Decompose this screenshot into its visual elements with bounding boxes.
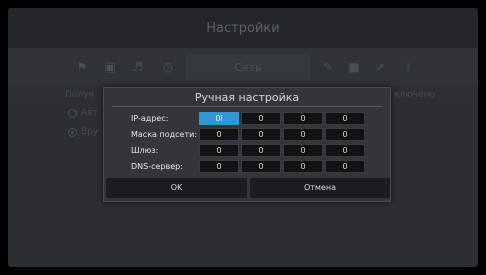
- arrow-icon[interactable]: ➚: [372, 59, 388, 75]
- dns-octet-3[interactable]: 0: [283, 160, 323, 173]
- dns-octet-2[interactable]: 0: [241, 160, 281, 173]
- dns-server-row: DNS-сервер: 0 0 0 0: [104, 160, 390, 173]
- gateway-octet-2[interactable]: 0: [241, 144, 281, 157]
- dialog-divider: [112, 106, 382, 107]
- volume-icon[interactable]: ♬: [130, 59, 146, 75]
- ip-address-label: IP-адрес:: [131, 114, 169, 123]
- gateway-octet-4[interactable]: 0: [325, 144, 365, 157]
- mask-octet-4[interactable]: 0: [325, 128, 365, 141]
- radio-manual-label: Вру: [81, 127, 99, 137]
- subnet-mask-row: Маска подсети: 0 0 0 0: [104, 128, 390, 141]
- info-icon[interactable]: i: [400, 59, 416, 75]
- subnet-mask-label: Маска подсети:: [131, 130, 198, 139]
- cancel-button[interactable]: Отмена: [250, 178, 390, 198]
- settings-toolbar: ⚑ ▣ ♬ ◷ Сеть ✎ ■ ➚ i: [8, 48, 478, 86]
- gateway-octet-1[interactable]: 0: [199, 144, 239, 157]
- flag-icon[interactable]: ⚑: [74, 59, 90, 75]
- radio-auto-label: Авт: [81, 108, 98, 118]
- ip-address-row: IP-адрес: 0l 0 0 0: [104, 112, 390, 125]
- settings-title: Настройки: [206, 20, 280, 36]
- radio-auto[interactable]: [68, 109, 77, 118]
- gateway-octet-3[interactable]: 0: [283, 144, 323, 157]
- receive-label: Получ: [65, 90, 94, 100]
- gateway-label: Шлюз:: [131, 146, 159, 155]
- dns-octet-1[interactable]: 0: [199, 160, 239, 173]
- dns-server-label: DNS-сервер:: [131, 162, 183, 171]
- radio-manual[interactable]: [68, 128, 77, 137]
- dialog-title: Ручная настройка: [194, 91, 300, 104]
- tab-network-label: Сеть: [234, 60, 262, 74]
- clock-icon[interactable]: ◷: [160, 59, 176, 75]
- gateway-row: Шлюз: 0 0 0 0: [104, 144, 390, 157]
- settings-title-bar: Настройки: [8, 8, 478, 48]
- mask-octet-3[interactable]: 0: [283, 128, 323, 141]
- pencil-icon[interactable]: ✎: [320, 59, 336, 75]
- dns-octet-4[interactable]: 0: [325, 160, 365, 173]
- ip-octet-2[interactable]: 0: [241, 112, 281, 125]
- lock-icon[interactable]: ■: [346, 59, 362, 75]
- connection-status: ключено: [394, 90, 436, 100]
- screen-icon[interactable]: ▣: [102, 59, 118, 75]
- mask-octet-1[interactable]: 0: [199, 128, 239, 141]
- ip-octet-4[interactable]: 0: [325, 112, 365, 125]
- ip-octet-3[interactable]: 0: [283, 112, 323, 125]
- ip-octet-1[interactable]: 0l: [199, 112, 239, 125]
- mask-octet-2[interactable]: 0: [241, 128, 281, 141]
- ok-button[interactable]: OK: [106, 178, 247, 198]
- tab-network[interactable]: Сеть: [186, 54, 310, 80]
- manual-settings-dialog: Ручная настройка IP-адрес: 0l 0 0 0 Маск…: [103, 87, 391, 202]
